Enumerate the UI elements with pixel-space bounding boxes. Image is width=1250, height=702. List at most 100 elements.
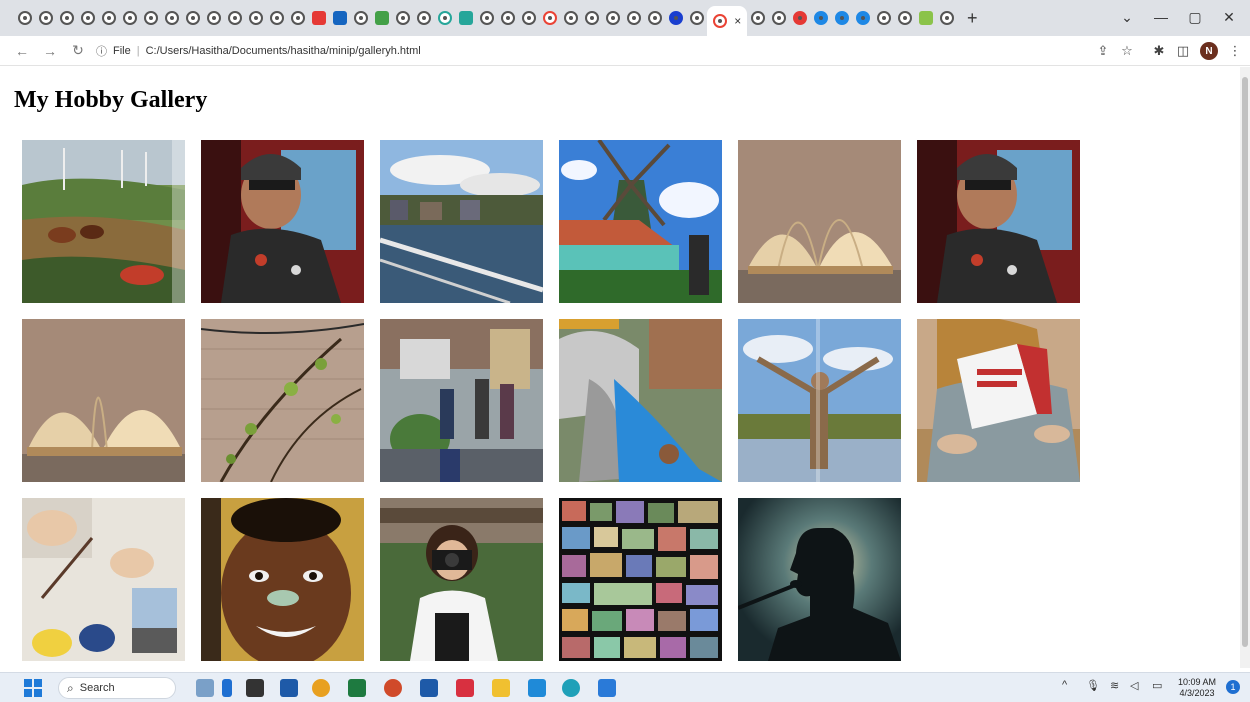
store-icon[interactable]: [280, 679, 298, 697]
file-explorer-icon[interactable]: [492, 679, 510, 697]
vscode-icon[interactable]: [528, 679, 546, 697]
gallery-image[interactable]: [201, 319, 364, 482]
taskbar-clock[interactable]: 10:09 AM 4/3/2023: [1178, 677, 1216, 699]
tab[interactable]: [497, 6, 518, 30]
tab[interactable]: [476, 6, 497, 30]
tab[interactable]: [810, 6, 831, 30]
tab[interactable]: [56, 6, 77, 30]
tab[interactable]: [245, 6, 266, 30]
word-icon[interactable]: [420, 679, 438, 697]
tab[interactable]: [203, 6, 224, 30]
reload-icon[interactable]: ↻: [66, 39, 90, 63]
gallery-image[interactable]: [559, 319, 722, 482]
new-tab-button[interactable]: +: [967, 8, 978, 29]
wifi-icon[interactable]: ≋: [1110, 679, 1119, 692]
tab[interactable]: [14, 6, 35, 30]
tab[interactable]: [894, 6, 915, 30]
gallery-image[interactable]: [22, 498, 185, 661]
excel-icon[interactable]: [348, 679, 366, 697]
tab[interactable]: [455, 6, 476, 30]
tab[interactable]: [392, 6, 413, 30]
gallery-image[interactable]: [559, 140, 722, 303]
back-arrow-icon[interactable]: ←: [10, 39, 34, 63]
microphone-icon[interactable]: 🎙: [1086, 679, 1100, 692]
gallery-image[interactable]: [22, 140, 185, 303]
gallery-image[interactable]: [738, 498, 901, 661]
tab[interactable]: [161, 6, 182, 30]
gallery-image[interactable]: [380, 498, 543, 661]
tab[interactable]: [350, 6, 371, 30]
gallery-image[interactable]: [380, 319, 543, 482]
photos-icon[interactable]: [598, 679, 616, 697]
gallery-image[interactable]: [738, 140, 901, 303]
tab[interactable]: [434, 6, 455, 30]
tab[interactable]: [224, 6, 245, 30]
share-icon[interactable]: ⇪: [1092, 40, 1114, 62]
tab[interactable]: [35, 6, 56, 30]
tab[interactable]: [371, 6, 392, 30]
info-icon[interactable]: ⓘ: [96, 43, 107, 59]
gallery-image[interactable]: [738, 319, 901, 482]
side-panel-icon[interactable]: ◫: [1172, 40, 1194, 62]
tab[interactable]: [539, 6, 560, 30]
tab[interactable]: [119, 6, 140, 30]
extensions-puzzle-icon[interactable]: ✱: [1148, 40, 1170, 62]
bookmark-star-icon[interactable]: ☆: [1116, 40, 1138, 62]
page-scrollbar[interactable]: [1240, 67, 1250, 668]
tab[interactable]: [560, 6, 581, 30]
menu-kebab-icon[interactable]: ⋮: [1224, 40, 1246, 62]
taskbar-search[interactable]: ⌕ Search: [58, 677, 176, 699]
tab[interactable]: [936, 6, 957, 30]
tab[interactable]: [831, 6, 852, 30]
gallery-image[interactable]: [201, 498, 364, 661]
tab[interactable]: [686, 6, 707, 30]
gallery-image[interactable]: [917, 319, 1080, 482]
address-bar[interactable]: ⓘ File | C:/Users/Hasitha/Documents/hasi…: [96, 40, 1076, 62]
tab[interactable]: [98, 6, 119, 30]
windows-start-icon[interactable]: [24, 679, 42, 697]
mcafee-icon[interactable]: [456, 679, 474, 697]
tab[interactable]: [768, 6, 789, 30]
tab[interactable]: [182, 6, 203, 30]
tab[interactable]: [308, 6, 329, 30]
tab[interactable]: [852, 6, 873, 30]
gallery-image[interactable]: [201, 140, 364, 303]
tab-search-icon[interactable]: ⌄: [1112, 6, 1142, 28]
active-tab[interactable]: ×: [707, 6, 747, 36]
gallery-image[interactable]: [22, 319, 185, 482]
minimize-icon[interactable]: —: [1146, 6, 1176, 28]
scrollbar-thumb[interactable]: [1242, 77, 1248, 647]
tab[interactable]: [77, 6, 98, 30]
tray-chevron-icon[interactable]: ^: [1062, 679, 1067, 691]
tab[interactable]: [266, 6, 287, 30]
tab[interactable]: [287, 6, 308, 30]
tab[interactable]: [623, 6, 644, 30]
tab[interactable]: [518, 6, 539, 30]
tab[interactable]: [789, 6, 810, 30]
widgets-icon[interactable]: [222, 679, 232, 697]
gallery-image[interactable]: [559, 498, 722, 661]
restore-icon[interactable]: ▢: [1180, 6, 1210, 28]
tab[interactable]: [873, 6, 894, 30]
tab[interactable]: [140, 6, 161, 30]
tab[interactable]: [581, 6, 602, 30]
profile-avatar[interactable]: N: [1198, 40, 1220, 62]
tab[interactable]: [329, 6, 350, 30]
gallery-image[interactable]: [917, 140, 1080, 303]
battery-icon[interactable]: ▭: [1152, 679, 1162, 692]
gallery-image[interactable]: [380, 140, 543, 303]
volume-icon[interactable]: ◁: [1130, 679, 1138, 692]
forward-arrow-icon[interactable]: →: [38, 39, 62, 63]
notification-badge[interactable]: 1: [1226, 680, 1240, 694]
tab[interactable]: [665, 6, 686, 30]
task-view-icon[interactable]: [246, 679, 264, 697]
tab[interactable]: [413, 6, 434, 30]
tab[interactable]: [915, 6, 936, 30]
widgets-icon[interactable]: [196, 679, 214, 697]
powerpoint-icon[interactable]: [384, 679, 402, 697]
tab-close-icon[interactable]: ×: [734, 14, 741, 28]
edge-icon[interactable]: [562, 679, 580, 697]
tab[interactable]: [747, 6, 768, 30]
chrome-icon[interactable]: [312, 679, 330, 697]
tab[interactable]: [602, 6, 623, 30]
